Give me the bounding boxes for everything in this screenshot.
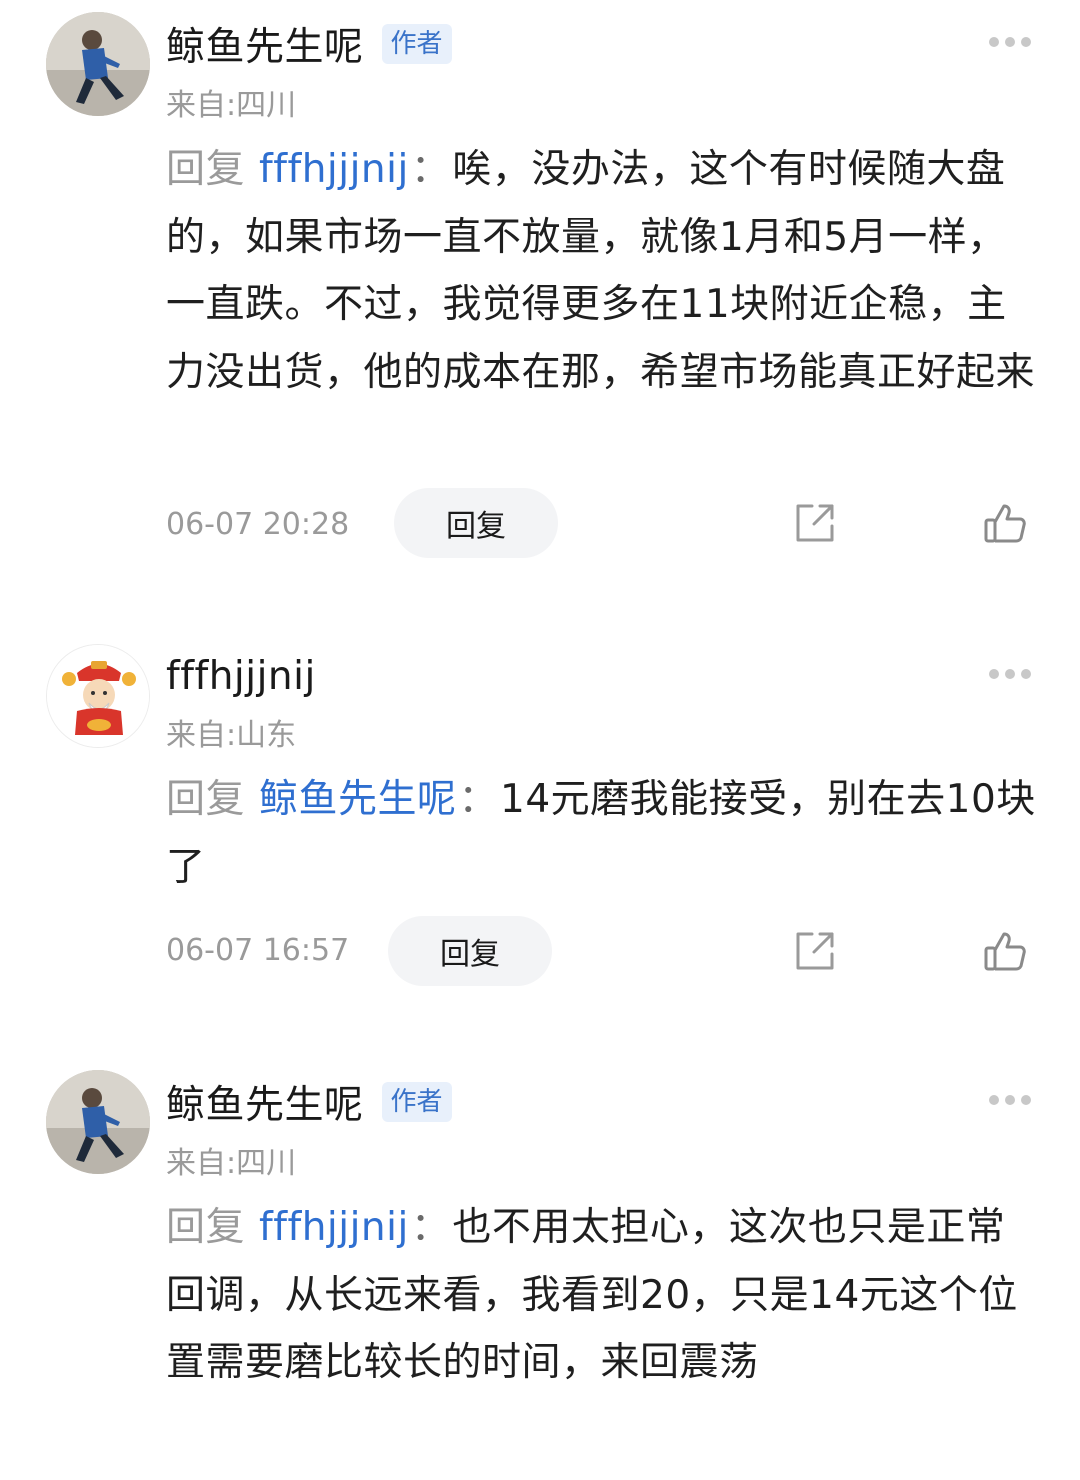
- more-dots-icon[interactable]: [988, 1094, 1032, 1106]
- more-dots-icon[interactable]: [988, 668, 1032, 680]
- thumbs-up-icon[interactable]: [982, 928, 1028, 974]
- author-badge: 作者: [381, 24, 452, 64]
- name-row: 鲸鱼先生呢 作者: [166, 1072, 452, 1132]
- author-badge: 作者: [381, 1082, 452, 1122]
- colon: ：: [458, 777, 499, 822]
- comment-body: 回复 fffhjjjnij：也不用太担心，这次也只是正常回调，从长远来看，我看到2…: [166, 1194, 1036, 1397]
- reply-button[interactable]: 回复: [394, 488, 558, 558]
- reply-prefix: 回复: [166, 1205, 246, 1250]
- more-dots-icon[interactable]: [988, 36, 1032, 48]
- colon: ：: [410, 1205, 451, 1250]
- reply-prefix: 回复: [166, 777, 246, 822]
- thumbs-up-icon[interactable]: [982, 500, 1028, 546]
- mention-link[interactable]: fffhjjjnij: [259, 147, 409, 192]
- avatar[interactable]: [46, 644, 150, 748]
- timestamp: 06-07 16:57: [166, 933, 350, 968]
- mention-link[interactable]: 鲸鱼先生呢: [259, 777, 457, 822]
- location-label: 来自:山东: [166, 718, 297, 753]
- location-label: 来自:四川: [166, 88, 297, 123]
- timestamp: 06-07 20:28: [166, 507, 350, 542]
- username[interactable]: 鲸鱼先生呢: [166, 1074, 364, 1130]
- share-icon[interactable]: [792, 500, 838, 546]
- avatar[interactable]: [46, 12, 150, 116]
- mention-link[interactable]: fffhjjjnij: [259, 1205, 409, 1250]
- reply-button[interactable]: 回复: [388, 916, 552, 986]
- comment-body: 回复 鲸鱼先生呢：14元磨我能接受，别在去10块了: [166, 766, 1036, 901]
- avatar[interactable]: [46, 1070, 150, 1174]
- name-row: 鲸鱼先生呢 作者: [166, 14, 452, 74]
- reply-prefix: 回复: [166, 147, 246, 192]
- colon: ：: [410, 147, 451, 192]
- location-label: 来自:四川: [166, 1146, 297, 1181]
- share-icon[interactable]: [792, 928, 838, 974]
- username[interactable]: fffhjjjnij: [166, 654, 316, 699]
- comment-body: 回复 fffhjjjnij：唉，没办法，这个有时候随大盘的，如果市场一直不放量，就…: [166, 136, 1036, 406]
- name-row: fffhjjjnij: [166, 646, 316, 706]
- comment-feed: 鲸鱼先生呢 作者 来自:四川 回复 fffhjjjnij：唉，没办法，这个有时候随…: [0, 0, 1080, 1480]
- username[interactable]: 鲸鱼先生呢: [166, 16, 364, 72]
